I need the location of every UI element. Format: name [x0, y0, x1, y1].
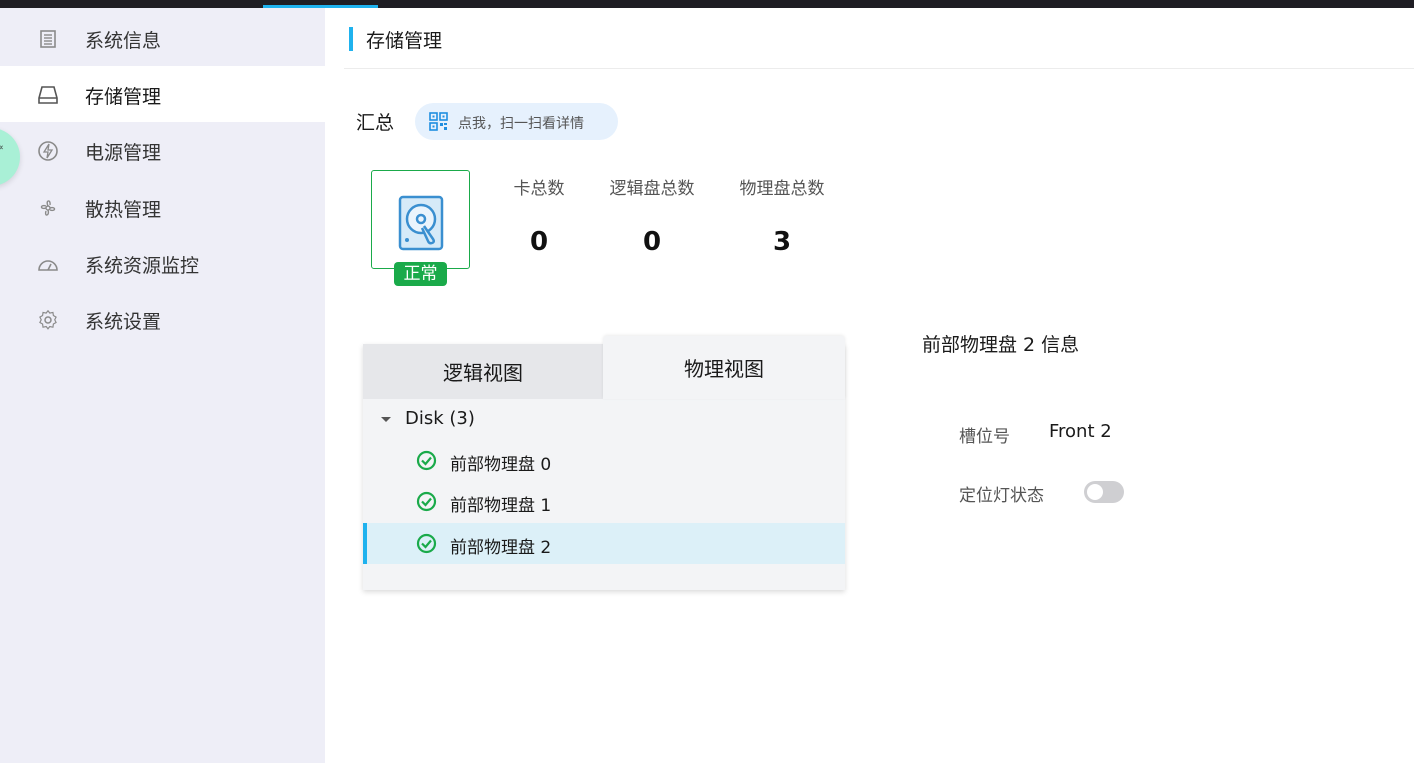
title-accent-bar [349, 27, 353, 51]
check-circle-icon [416, 450, 437, 471]
sidebar: 系统信息 存储管理 电源管理 散热管理 系统资源监控 系统设置 [0, 8, 325, 763]
sidebar-item-label: 存储管理 [85, 86, 162, 108]
document-list-icon [37, 28, 59, 50]
fan-icon [37, 197, 59, 219]
storage-status-card [371, 170, 470, 269]
tab-physical-view[interactable]: 物理视图 [603, 336, 845, 399]
hard-disk-icon [398, 195, 444, 251]
sidebar-item-cooling[interactable]: 散热管理 [0, 179, 325, 235]
sidebar-item-power[interactable]: 电源管理 [0, 122, 325, 178]
sidebar-item-settings[interactable]: 系统设置 [0, 291, 325, 347]
status-badge: 正常 [394, 262, 447, 286]
sidebar-item-resource-monitor[interactable]: 系统资源监控 [0, 235, 325, 291]
scan-qr-button[interactable]: 点我，扫一扫看详情 [415, 103, 618, 140]
tree-item-front-disk-1[interactable]: 前部物理盘 1 [363, 481, 845, 522]
disk-tree-panel: 逻辑视图 物理视图 Disk (3) 前部物理盘 0 前部物理盘 1 前部物理盘… [363, 336, 845, 590]
locate-light-label: 定位灯状态 [959, 486, 1044, 506]
qr-code-icon [429, 112, 448, 131]
gauge-icon [37, 253, 59, 275]
stat-logical-disk-count: 逻辑盘总数 0 [607, 174, 697, 257]
sidebar-item-system-info[interactable]: 系统信息 [0, 10, 325, 66]
sidebar-item-label: 散热管理 [85, 199, 162, 221]
caret-down-icon[interactable] [381, 417, 391, 422]
check-circle-icon [416, 491, 437, 512]
sidebar-item-label: 系统设置 [85, 311, 162, 333]
stat-value: 0 [642, 227, 662, 257]
top-bar [0, 0, 1414, 8]
page-header: 存储管理 [344, 8, 1414, 69]
sidebar-item-label: 系统资源监控 [85, 255, 200, 277]
stat-label: 卡总数 [513, 179, 565, 199]
locate-light-toggle[interactable] [1084, 481, 1124, 503]
tree-item-label: 前部物理盘 1 [450, 496, 552, 516]
tree-node-label: Disk (3) [405, 408, 475, 429]
sidebar-item-label: 系统信息 [85, 30, 162, 52]
slot-label: 槽位号 [959, 427, 1010, 447]
chevron-icon: « [0, 143, 6, 153]
main-content: 存储管理 汇总 点我，扫一扫看详情 正常 卡总数 0 逻辑盘总数 0 物理盘总数… [325, 8, 1414, 763]
tree-item-label: 前部物理盘 0 [450, 455, 552, 475]
stat-card-count: 卡总数 0 [513, 174, 565, 257]
power-icon [37, 140, 59, 162]
stat-value: 3 [772, 227, 792, 257]
page-title: 存储管理 [366, 30, 443, 52]
selection-indicator [363, 523, 367, 564]
gear-icon [37, 309, 59, 331]
check-circle-icon [416, 533, 437, 554]
tree-item-front-disk-2[interactable]: 前部物理盘 2 [363, 523, 845, 564]
stat-value: 0 [529, 227, 549, 257]
sidebar-item-storage[interactable]: 存储管理 [0, 66, 325, 122]
summary-label: 汇总 [356, 112, 395, 134]
stat-physical-disk-count: 物理盘总数 3 [737, 174, 827, 257]
sidebar-item-label: 电源管理 [85, 142, 162, 164]
tab-logical-view[interactable]: 逻辑视图 [363, 344, 603, 399]
tree-item-label: 前部物理盘 2 [450, 538, 552, 558]
toggle-knob [1087, 484, 1103, 500]
slot-value: Front 2 [1049, 421, 1112, 442]
tree-item-front-disk-0[interactable]: 前部物理盘 0 [363, 440, 845, 481]
scan-hint-text: 点我，扫一扫看详情 [458, 116, 584, 132]
tree-node-disk[interactable]: Disk (3) [363, 399, 845, 439]
hard-drive-icon [37, 84, 59, 106]
stat-label: 逻辑盘总数 [609, 179, 695, 199]
detail-title: 前部物理盘 2 信息 [922, 334, 1080, 356]
stat-label: 物理盘总数 [739, 179, 825, 199]
